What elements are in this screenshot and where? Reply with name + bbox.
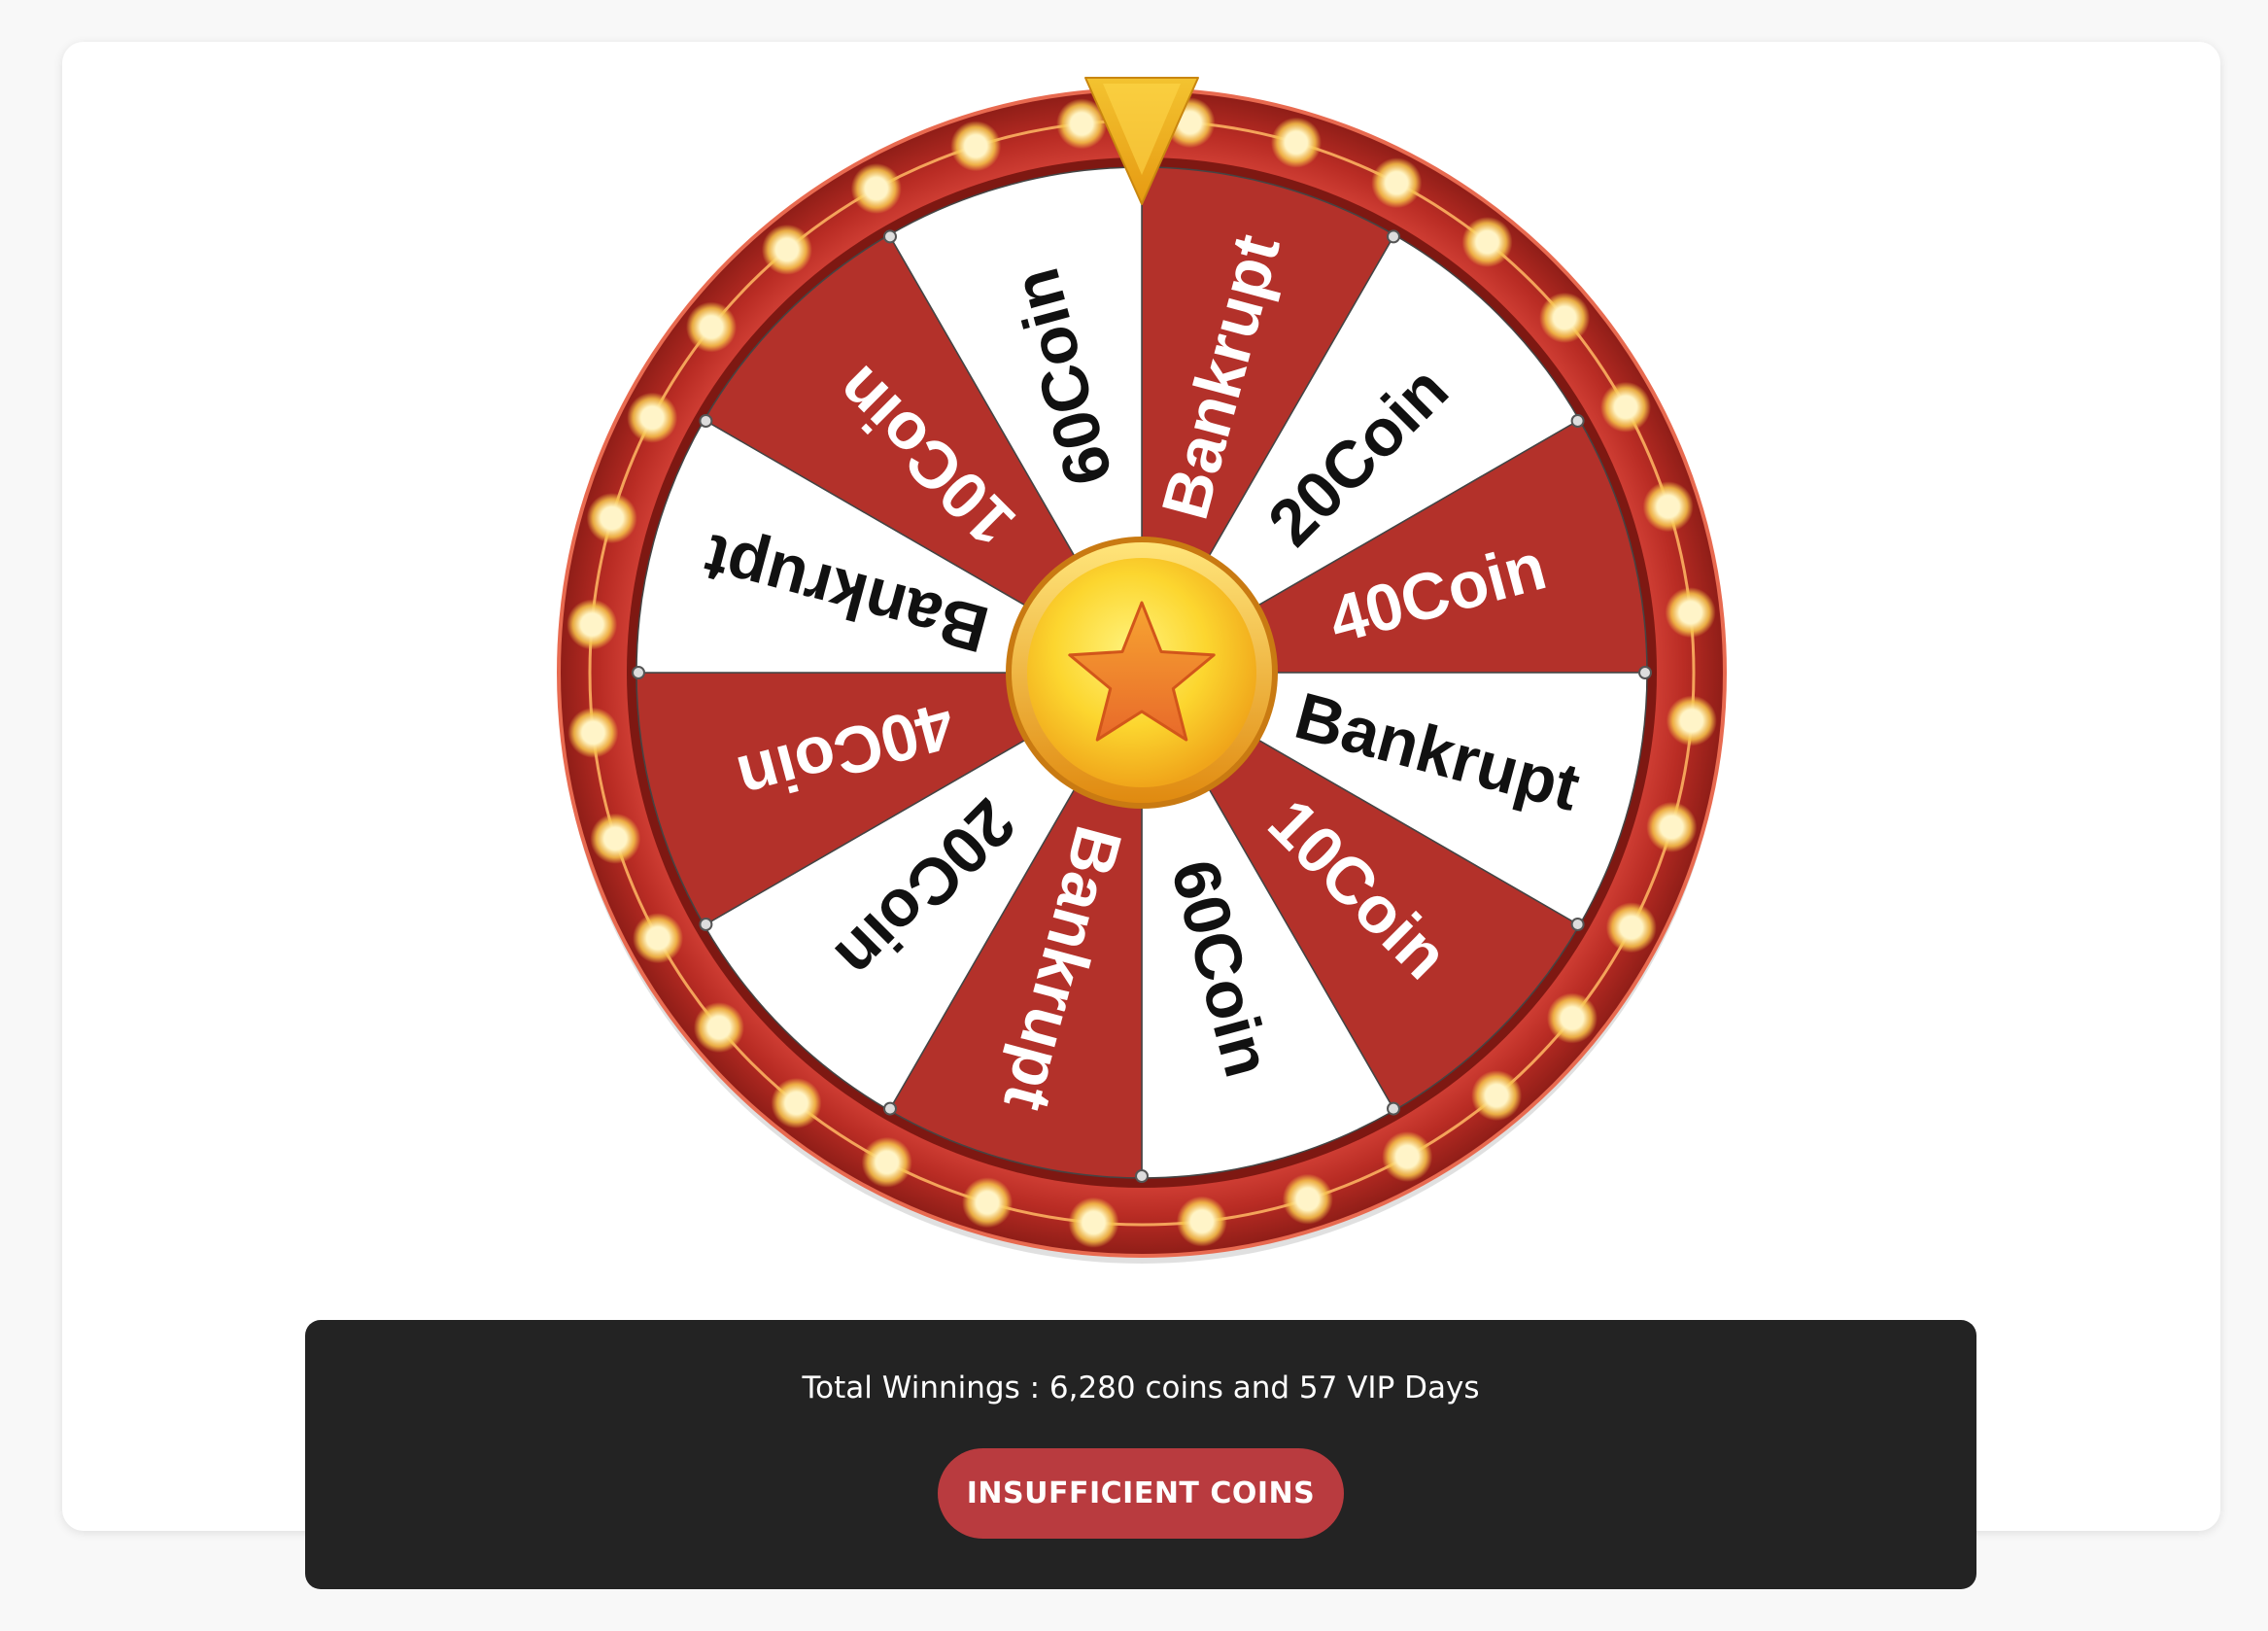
rim-bulb (876, 1152, 897, 1172)
rim-bulb (583, 722, 603, 743)
rim-bulb (1555, 307, 1575, 328)
rim-bulb (1477, 232, 1497, 253)
spin-button[interactable]: INSUFFICIENT COINS (938, 1448, 1344, 1539)
rim-bulb (1083, 1212, 1104, 1232)
divider-pin (699, 414, 713, 428)
rim-bulb (1397, 1146, 1418, 1166)
divider-pin (1570, 918, 1585, 931)
divider-pin (699, 918, 713, 931)
rim-bulb (642, 407, 663, 428)
rim-bulb (786, 1093, 807, 1113)
rim-bulb (1615, 397, 1635, 417)
divider-pin (1638, 666, 1652, 679)
prize-wheel[interactable]: Bankrupt 20Coin 40Coin Bankrupt 10Coin 60Coin… (544, 60, 1739, 1285)
rim-bulb (1180, 113, 1200, 133)
divider-pin (1387, 1101, 1400, 1116)
divider-pin (883, 229, 897, 244)
total-winnings-text: Total Winnings : 6,280 coins and 57 VIP … (802, 1371, 1480, 1405)
rim-bulb (1562, 1008, 1582, 1028)
rim-bulb (978, 1193, 998, 1213)
divider-pin (1570, 414, 1585, 428)
rim-bulb (1621, 918, 1641, 938)
divider-pin (883, 1101, 897, 1116)
rim-bulb (1681, 711, 1701, 731)
rim-bulb (605, 828, 626, 849)
rim-bulb (1662, 816, 1682, 837)
rim-bulb (776, 239, 797, 260)
rim-bulb (866, 179, 886, 199)
rim-bulb (1387, 173, 1407, 193)
rim-bulb (1297, 1189, 1318, 1209)
winnings-panel: Total Winnings : 6,280 coins and 57 VIP … (305, 1320, 1976, 1589)
divider-pin (632, 666, 645, 679)
rim-bulb (601, 508, 622, 529)
rim-bulb (1191, 1211, 1212, 1232)
rim-bulb (582, 614, 602, 635)
rim-bulb (708, 1018, 729, 1038)
rim-bulb (1072, 114, 1092, 134)
rim-bulb (966, 136, 986, 156)
rim-bulb (1487, 1086, 1507, 1106)
rim-bulb (1286, 132, 1306, 153)
divider-pin (1135, 1169, 1149, 1183)
rim-bulb (1658, 497, 1678, 517)
rim-bulb (648, 928, 669, 949)
wheel-graphic[interactable]: Bankrupt20Coin40CoinBankrupt10Coin60Coin… (544, 60, 1739, 1285)
divider-pin (1387, 229, 1400, 244)
rim-bulb (1680, 603, 1701, 623)
rim-bulb (702, 317, 722, 337)
